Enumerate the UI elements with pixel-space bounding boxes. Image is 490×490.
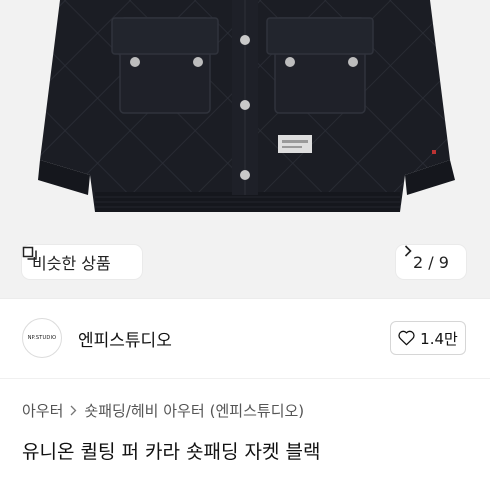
similar-products-icon	[22, 246, 37, 260]
shop-info-row[interactable]: NP.STUDIO 엔피스튜디오 1.4만	[0, 299, 490, 378]
chevron-right-icon	[70, 405, 77, 416]
breadcrumb-item[interactable]: 아우터	[22, 400, 63, 421]
like-count: 1.4만	[420, 329, 458, 348]
breadcrumb-item[interactable]: (엔피스튜디오)	[210, 400, 305, 421]
shop-avatar[interactable]: NP.STUDIO	[22, 318, 62, 358]
breadcrumb-item[interactable]: 숏패딩/헤비 아우터	[84, 400, 204, 421]
shop-logo-text: NP.STUDIO	[27, 335, 57, 341]
product-title: 유니온 퀼팅 퍼 카라 숏패딩 자켓 블랙	[22, 441, 321, 463]
chevron-right-icon	[404, 245, 412, 257]
gallery-page-button[interactable]: 2 / 9	[396, 245, 466, 279]
heart-icon	[398, 330, 415, 346]
product-photo-jacket	[38, 0, 455, 212]
product-image-gallery[interactable]: 비슷한 상품 2 / 9	[0, 0, 490, 298]
shop-name[interactable]: 엔피스튜디오	[78, 326, 172, 351]
similar-products-button[interactable]: 비슷한 상품	[22, 245, 142, 279]
like-button[interactable]: 1.4만	[390, 321, 466, 355]
breadcrumb: 아우터 숏패딩/헤비 아우터 (엔피스튜디오)	[22, 400, 304, 421]
similar-products-label: 비슷한 상품	[32, 254, 111, 273]
page-indicator: 2 / 9	[413, 252, 449, 272]
section-divider	[0, 378, 490, 379]
